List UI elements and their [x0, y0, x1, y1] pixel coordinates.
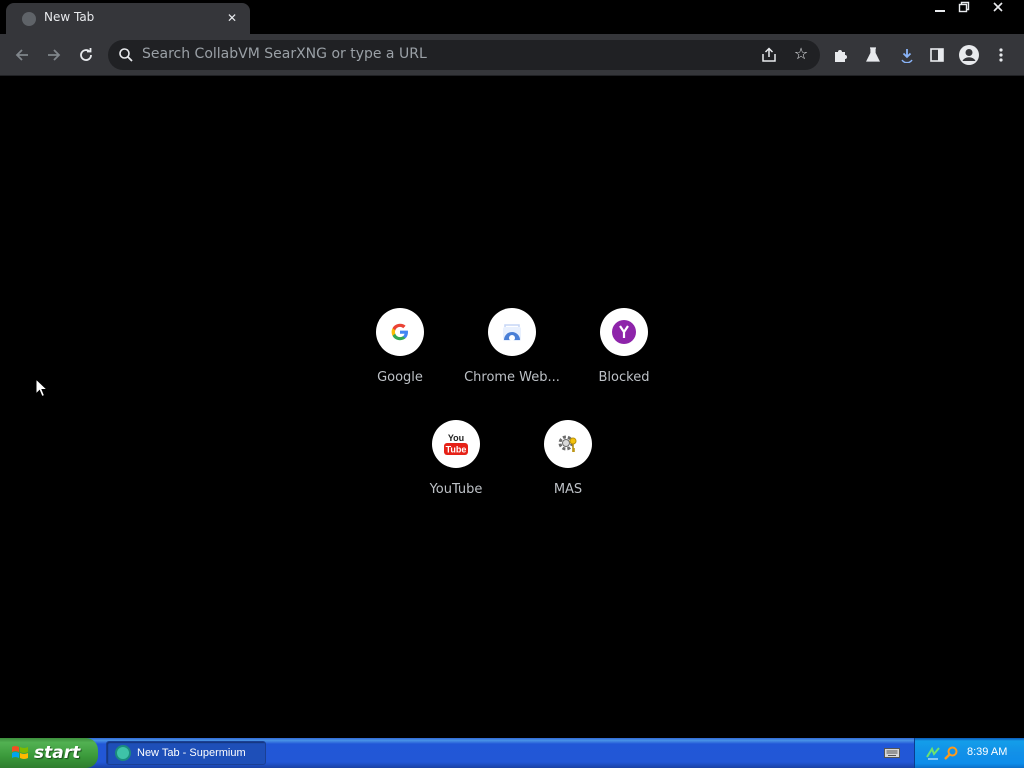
taskbar: start New Tab - Supermium 8:39 AM — [0, 738, 1024, 768]
flask-icon — [866, 47, 880, 62]
shortcut-label: Blocked — [598, 370, 650, 385]
address-bar-placeholder: Search CollabVM SearXNG or type a URL — [142, 46, 427, 62]
shortcut-mas[interactable]: MAS — [512, 420, 624, 520]
tab-close-icon[interactable]: ✕ — [224, 10, 240, 26]
labs-button[interactable] — [862, 44, 884, 66]
shortcut-blocked[interactable]: Blocked — [568, 308, 680, 408]
taskbar-window-supermium[interactable]: New Tab - Supermium — [106, 741, 266, 765]
google-icon — [376, 308, 424, 356]
close-window-button[interactable] — [976, 0, 1020, 18]
shortcut-label: YouTube — [429, 482, 483, 497]
close-icon — [993, 2, 1003, 12]
svg-text:You: You — [448, 433, 464, 443]
more-vert-icon — [999, 48, 1003, 62]
bookmark-star-icon[interactable]: ☆ — [792, 45, 810, 63]
browser-toolbar: Search CollabVM SearXNG or type a URL ☆ — [0, 34, 1024, 76]
avatar-icon — [959, 45, 979, 65]
forward-button[interactable] — [43, 44, 65, 66]
browser-menu-button[interactable] — [990, 44, 1012, 66]
restore-icon — [958, 1, 970, 13]
search-icon[interactable] — [943, 745, 959, 761]
svg-text:Tube: Tube — [446, 445, 467, 455]
start-button[interactable]: start — [0, 738, 98, 768]
tab-favicon-icon — [22, 12, 36, 26]
extensions-button[interactable] — [830, 44, 852, 66]
blocked-y-icon — [600, 308, 648, 356]
taskbar-window-label: New Tab - Supermium — [137, 747, 246, 759]
shortcut-google[interactable]: Google — [344, 308, 456, 408]
tab-title: New Tab — [44, 10, 95, 24]
windows-logo-icon — [12, 746, 28, 759]
start-label: start — [34, 743, 81, 763]
back-button[interactable] — [11, 44, 33, 66]
tab-strip: New Tab ✕ — [0, 0, 1024, 34]
shortcut-chrome-web-store[interactable]: Chrome Web... — [456, 308, 568, 408]
search-icon — [119, 48, 133, 62]
profile-button[interactable] — [958, 44, 980, 66]
side-panel-button[interactable] — [926, 44, 948, 66]
minimize-icon — [935, 10, 945, 12]
network-icon[interactable] — [925, 745, 941, 761]
mouse-cursor-icon — [35, 378, 49, 398]
clock[interactable]: 8:39 AM — [967, 746, 1007, 758]
downloads-button[interactable] — [896, 44, 918, 66]
share-icon[interactable] — [760, 46, 778, 64]
chrome-web-store-icon — [488, 308, 536, 356]
restore-button[interactable] — [952, 0, 976, 18]
arrow-left-icon — [15, 49, 28, 61]
address-bar[interactable]: Search CollabVM SearXNG or type a URL ☆ — [108, 40, 820, 70]
minimize-button[interactable] — [928, 0, 952, 18]
arrow-right-icon — [48, 49, 61, 61]
shortcut-label: MAS — [553, 482, 583, 497]
shortcut-label: Google — [377, 370, 423, 385]
reload-button[interactable] — [75, 44, 97, 66]
gear-key-icon — [544, 420, 592, 468]
download-icon — [901, 49, 913, 63]
shortcut-label: Chrome Web... — [464, 370, 560, 385]
desktop-screen: New Tab ✕ Search CollabVM SearXNG or typ… — [0, 0, 1024, 768]
supermium-icon — [115, 745, 131, 761]
tab-new-tab[interactable]: New Tab ✕ — [6, 3, 250, 34]
youtube-icon: You Tube — [432, 420, 480, 468]
keyboard-icon[interactable] — [884, 747, 900, 759]
reload-icon — [80, 48, 92, 61]
system-tray: 8:39 AM — [914, 738, 1024, 768]
puzzle-icon — [835, 50, 847, 62]
side-panel-icon — [930, 48, 944, 62]
shortcut-youtube[interactable]: You Tube YouTube — [400, 420, 512, 520]
